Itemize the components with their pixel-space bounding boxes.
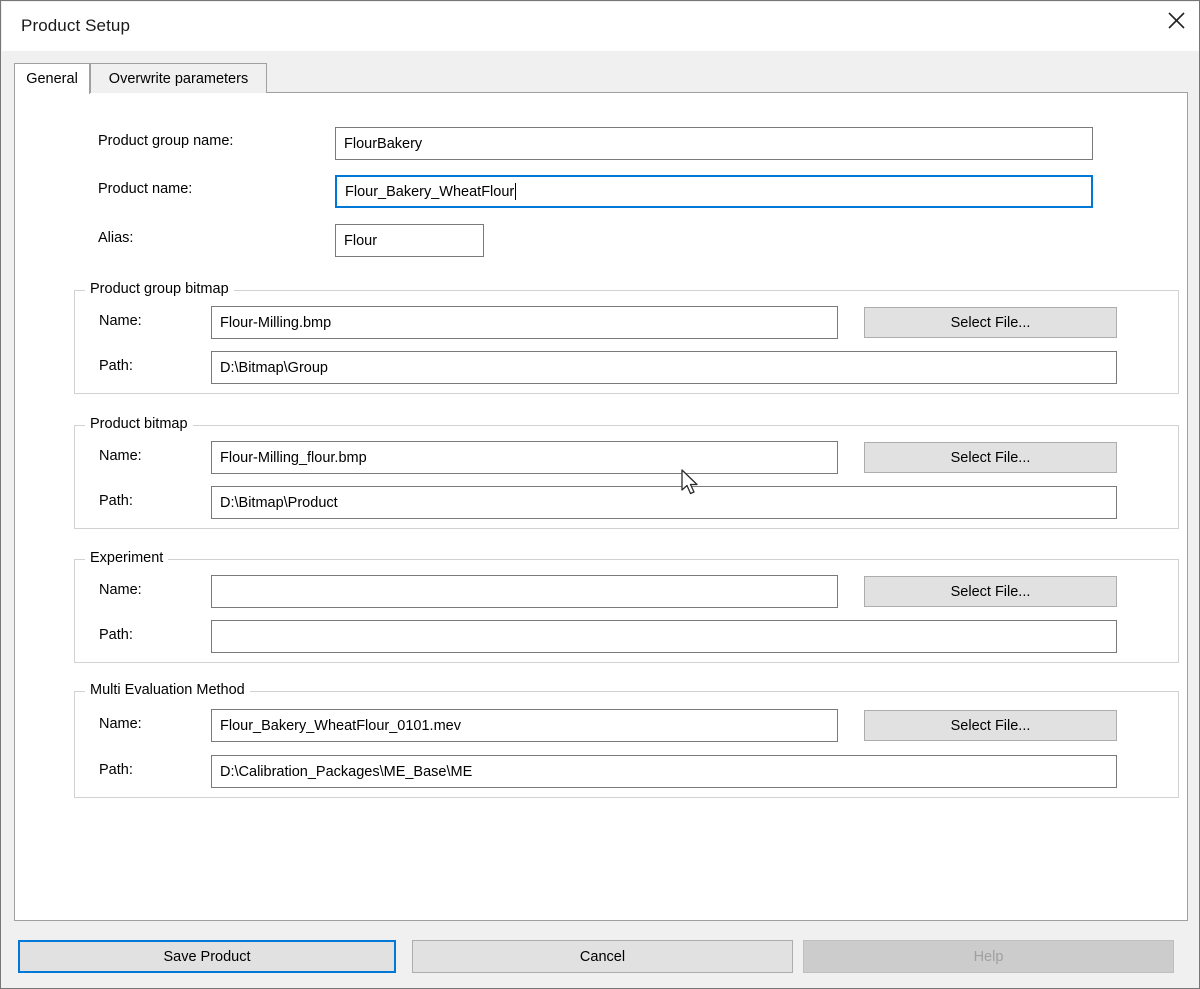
group0-path-input[interactable]: D:\Bitmap\Group [211,351,1117,384]
group2-select-file-button[interactable]: Select File... [864,576,1117,607]
product-setup-dialog: Product Setup General Overwrite paramete… [0,0,1200,989]
text-caret [515,183,517,200]
tab-general-label: General [26,71,78,87]
group1-name-input[interactable]: Flour-Milling_flour.bmp [211,441,838,474]
group2-name-label: Name: [99,582,142,598]
alias-value: Flour [344,232,378,249]
group3-name-input[interactable]: Flour_Bakery_WheatFlour_0101.mev [211,709,838,742]
group0-name-input[interactable]: Flour-Milling.bmp [211,306,838,339]
tab-overwrite-parameters[interactable]: Overwrite parameters [90,63,267,93]
cancel-label: Cancel [579,948,626,965]
tab-overwrite-parameters-label: Overwrite parameters [108,70,249,87]
product-name-input[interactable]: Flour_Bakery_WheatFlour [335,175,1093,208]
group2-name-input[interactable] [211,575,838,608]
group3-path-input[interactable]: D:\Calibration_Packages\ME_Base\ME [211,755,1117,788]
group-multi-evaluation-method-title: Multi Evaluation Method [85,682,250,698]
product-name-label: Product name: [98,181,193,197]
help-label: Help [973,948,1004,965]
group1-select-file-label: Select File... [950,449,1031,466]
group3-select-file-label: Select File... [950,717,1031,734]
group-experiment: Experiment Name: Select File... Path: [74,550,1179,663]
group3-name-label: Name: [99,716,142,732]
group0-path-value: D:\Bitmap\Group [220,359,328,376]
save-product-button[interactable]: Save Product [18,940,396,973]
group1-name-label: Name: [99,448,142,464]
group-product-bitmap-title: Product bitmap [85,416,193,432]
group1-select-file-button[interactable]: Select File... [864,442,1117,473]
product-group-name-label: Product group name: [98,133,234,149]
group2-path-input[interactable] [211,620,1117,653]
cancel-button[interactable]: Cancel [412,940,793,973]
tab-general[interactable]: General [14,63,90,94]
group-product-group-bitmap-title: Product group bitmap [85,281,234,297]
group1-path-value: D:\Bitmap\Product [220,494,338,511]
group-product-group-bitmap: Product group bitmap Name: Flour-Milling… [74,281,1179,394]
group-experiment-title: Experiment [85,550,169,566]
group2-path-label: Path: [99,627,133,643]
group3-path-label: Path: [99,762,133,778]
group3-select-file-button[interactable]: Select File... [864,710,1117,741]
general-tab-panel: Product group name: FlourBakery Product … [14,92,1188,921]
alias-input[interactable]: Flour [335,224,484,257]
group1-name-value: Flour-Milling_flour.bmp [220,449,367,466]
alias-label: Alias: [98,230,134,246]
help-button: Help [803,940,1174,973]
group3-name-value: Flour_Bakery_WheatFlour_0101.mev [220,717,461,734]
save-product-label: Save Product [163,948,251,965]
close-icon[interactable] [1152,2,1199,38]
group2-select-file-label: Select File... [950,583,1031,600]
product-group-name-value: FlourBakery [344,135,423,152]
group1-path-label: Path: [99,493,133,509]
title-bar: Product Setup [2,2,1199,51]
group0-select-file-button[interactable]: Select File... [864,307,1117,338]
group1-path-input[interactable]: D:\Bitmap\Product [211,486,1117,519]
group0-select-file-label: Select File... [950,314,1031,331]
group3-path-value: D:\Calibration_Packages\ME_Base\ME [220,763,473,780]
group-product-bitmap: Product bitmap Name: Flour-Milling_flour… [74,416,1179,529]
window-title: Product Setup [21,16,131,35]
product-group-name-input[interactable]: FlourBakery [335,127,1093,160]
group0-name-value: Flour-Milling.bmp [220,314,332,331]
group-multi-evaluation-method: Multi Evaluation Method Name: Flour_Bake… [74,682,1179,798]
group0-path-label: Path: [99,358,133,374]
group0-name-label: Name: [99,313,142,329]
product-name-value: Flour_Bakery_WheatFlour [345,183,515,200]
